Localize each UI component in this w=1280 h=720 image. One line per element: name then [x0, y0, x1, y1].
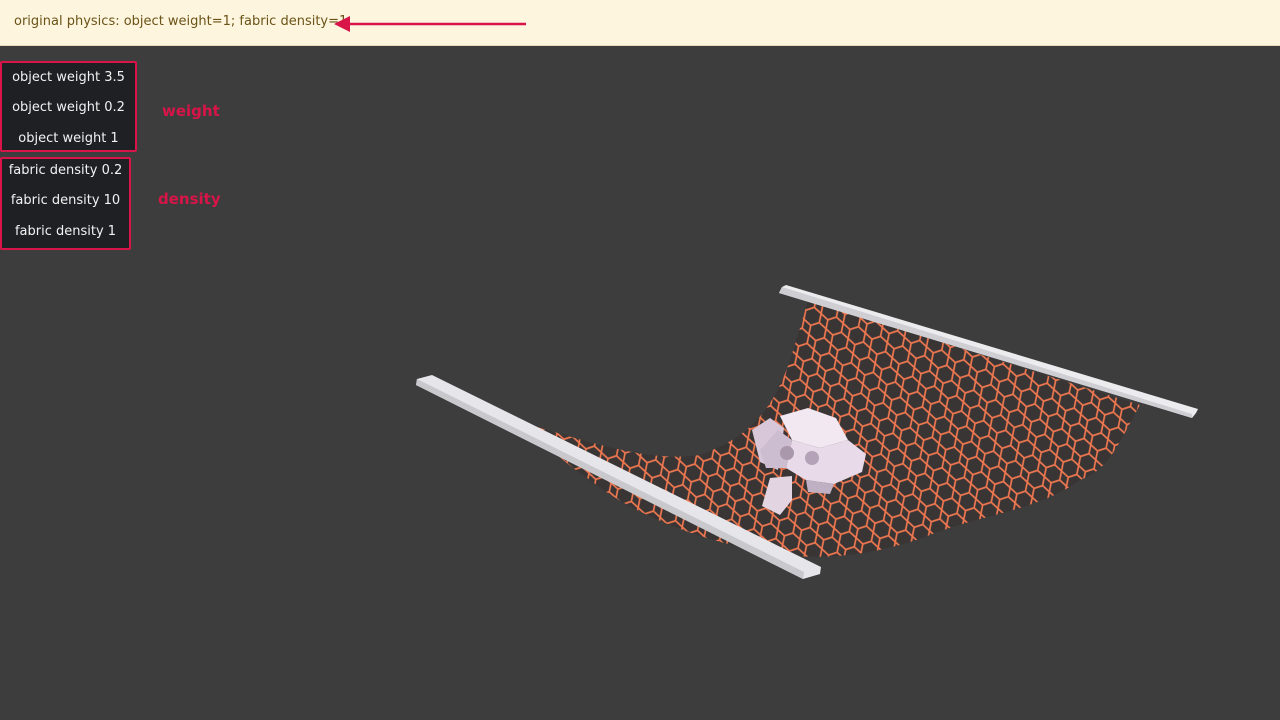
3d-viewport[interactable]: [0, 0, 1280, 720]
